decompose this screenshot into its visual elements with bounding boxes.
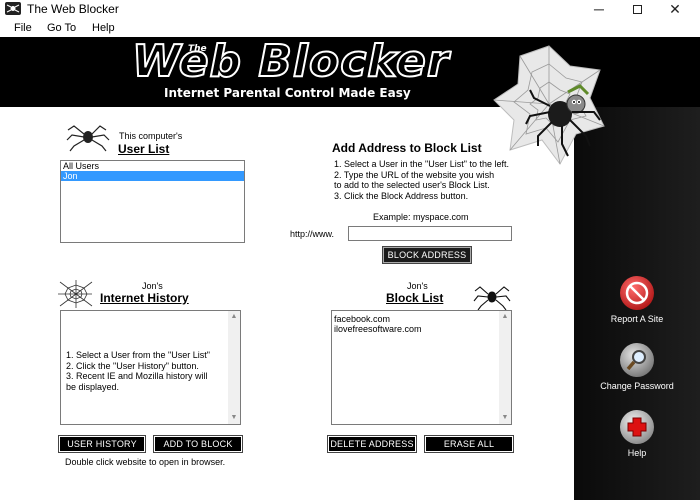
history-hint: Double click website to open in browser. <box>65 457 226 467</box>
user-list-caption: This computer's <box>119 131 183 141</box>
magnifier-icon <box>620 343 654 377</box>
maximize-button[interactable] <box>620 0 654 18</box>
block-list-caption: Jon's <box>407 281 428 291</box>
cobweb-icon <box>58 280 93 308</box>
url-example: Example: myspace.com <box>373 212 469 222</box>
user-history-button[interactable]: USER HISTORY <box>58 435 146 453</box>
change-password-button[interactable]: Change Password <box>582 343 692 391</box>
banner-tagline: Internet Parental Control Made Easy <box>164 86 411 100</box>
scroll-up-icon[interactable]: ▲ <box>228 311 240 323</box>
spider-icon <box>473 286 511 310</box>
spider-web-logo-icon <box>493 45 605 165</box>
title-bar: The Web Blocker ─ ✕ <box>0 0 700 18</box>
maximize-icon <box>632 5 642 14</box>
report-site-label: Report A Site <box>610 314 664 324</box>
menu-help[interactable]: Help <box>92 22 115 34</box>
menu-bar: File Go To Help <box>0 18 700 37</box>
erase-all-button[interactable]: ERASE ALL <box>424 435 514 453</box>
block-list-item[interactable]: facebook.com <box>332 314 511 324</box>
add-address-title: Add Address to Block List <box>332 141 482 155</box>
menu-file[interactable]: File <box>14 22 32 34</box>
user-list-title: User List <box>118 142 170 156</box>
help-label: Help <box>627 448 647 458</box>
scroll-up-icon[interactable]: ▲ <box>499 311 511 323</box>
help-button[interactable]: Help <box>582 410 692 458</box>
banner-logo-title: Web Blocker <box>131 35 450 88</box>
menu-goto[interactable]: Go To <box>47 22 76 34</box>
banner-logo-the: The <box>188 44 207 54</box>
add-address-instructions: 1. Select a User in the "User List" to t… <box>334 159 509 201</box>
history-instructions: 1. Select a User from the "User List" 2.… <box>66 350 210 392</box>
history-caption: Jon's <box>142 281 163 291</box>
scroll-down-icon[interactable]: ▼ <box>228 412 240 424</box>
user-list-item-all-users[interactable]: All Users <box>61 161 244 171</box>
block-list-box[interactable]: facebook.com ilovefreesoftware.com ▲ ▼ <box>331 310 512 425</box>
block-address-button[interactable]: BLOCK ADDRESS <box>382 246 472 264</box>
history-title: Internet History <box>100 291 189 305</box>
user-list-item-jon[interactable]: Jon <box>61 171 244 181</box>
minimize-button[interactable]: ─ <box>582 0 616 18</box>
close-button[interactable]: ✕ <box>658 0 692 18</box>
change-password-label: Change Password <box>600 381 674 391</box>
url-prefix-label: http://www. <box>290 229 335 239</box>
history-list-box[interactable]: 1. Select a User from the "User List" 2.… <box>60 310 241 425</box>
spider-icon <box>66 125 110 152</box>
block-list-title: Block List <box>386 291 444 305</box>
block-list-item[interactable]: ilovefreesoftware.com <box>332 324 511 334</box>
add-to-block-button[interactable]: ADD TO BLOCK <box>153 435 243 453</box>
plus-icon <box>620 410 654 444</box>
spider-app-icon <box>5 2 21 15</box>
block-list-scrollbar[interactable]: ▲ ▼ <box>499 311 511 424</box>
url-input[interactable] <box>348 226 512 241</box>
delete-address-button[interactable]: DELETE ADDRESS <box>327 435 417 453</box>
scroll-down-icon[interactable]: ▼ <box>499 412 511 424</box>
user-list-box[interactable]: All Users Jon <box>60 160 245 243</box>
report-site-button[interactable]: Report A Site <box>582 276 692 324</box>
window-title: The Web Blocker <box>27 2 119 16</box>
no-entry-icon <box>620 276 654 310</box>
history-scrollbar[interactable]: ▲ ▼ <box>228 311 240 424</box>
